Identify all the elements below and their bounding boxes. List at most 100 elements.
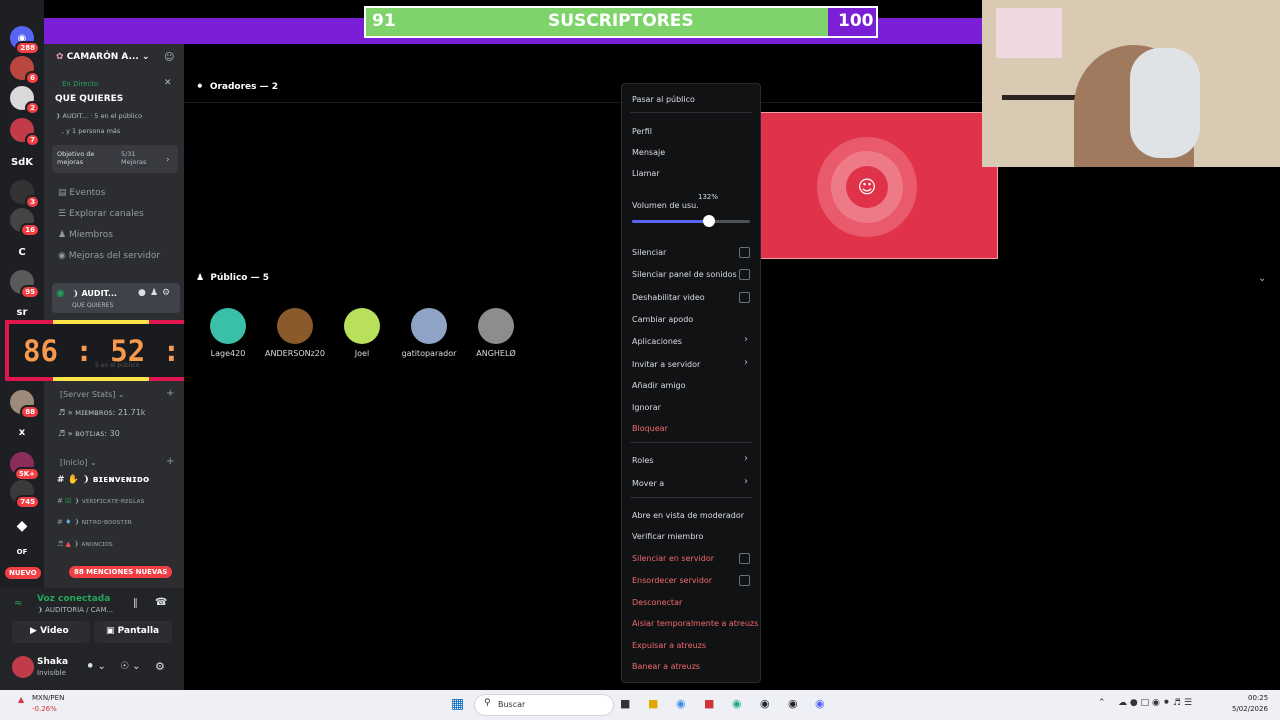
menu-apps[interactable]: Aplicaciones [632, 337, 682, 346]
server-icon[interactable]: 745 [10, 480, 40, 509]
disconnect-icon[interactable]: ☎ [155, 597, 167, 608]
avatar[interactable] [12, 656, 34, 678]
search-label: Buscar [498, 700, 526, 709]
menu-volume-label: Volumen de usu. [632, 201, 699, 210]
clock-time[interactable]: 00:25 [1248, 694, 1268, 702]
menu-server-deafen[interactable]: Ensordecer servidor [632, 576, 712, 585]
steam-icon[interactable]: ◉ [760, 697, 770, 710]
server-x[interactable]: x [10, 420, 34, 444]
menu-roles[interactable]: Roles [632, 456, 653, 465]
chat-icon[interactable]: ● [138, 288, 146, 298]
channel-bienvenido[interactable]: # ✋ ❩ ʙɪᴇɴᴠᴇɴɪᴅᴏ [57, 475, 149, 485]
menu-message[interactable]: Mensaje [632, 148, 665, 157]
menu-block[interactable]: Bloquear [632, 424, 668, 433]
listener-avatar[interactable] [210, 308, 246, 344]
menu-mute-soundboard[interactable]: Silenciar panel de sonidos [632, 270, 737, 279]
stock-name[interactable]: MXN/PEN [32, 694, 64, 702]
new-badge[interactable]: NUEVO [5, 567, 41, 579]
gear-icon[interactable]: ⚙ [162, 288, 170, 298]
tray-icons[interactable]: ☁ ● □ ◉ ⚫ ♬ ☰ [1118, 698, 1192, 708]
menu-ignore[interactable]: Ignorar [632, 403, 661, 412]
stage-topic[interactable]: QUE QUIERES [55, 94, 123, 104]
listener-avatar[interactable] [411, 308, 447, 344]
nav-events[interactable]: ▤ Eventos [58, 188, 105, 198]
category-inicio[interactable]: [Inicio] ⌄ [60, 458, 97, 467]
nav-members[interactable]: ♟ Miembros [58, 230, 113, 240]
listener-avatar[interactable] [478, 308, 514, 344]
taskbar-search[interactable] [474, 694, 614, 716]
server-sdk[interactable]: SdK [10, 150, 34, 174]
add-member-icon[interactable]: ♟ [150, 288, 158, 298]
invite-icon[interactable]: ☺ [164, 52, 174, 63]
menu-timeout[interactable]: Aislar temporalmente a atreuzs [632, 619, 758, 628]
listener-avatar[interactable] [277, 308, 313, 344]
noise-icon[interactable]: ∥ [133, 598, 138, 609]
add-channel-icon[interactable]: + [166, 388, 174, 399]
discover-icon[interactable]: ◆ [10, 514, 34, 538]
app-icon[interactable]: ◉ [788, 697, 798, 710]
checkbox[interactable] [739, 575, 750, 586]
channel-verificate[interactable]: # ☑ ❩ ᴠᴇʀɪғɪᴄᴀᴛᴇ-ʀᴇɢʟᴀs [57, 497, 144, 505]
folder-icon[interactable]: ■ [648, 697, 658, 710]
checkbox[interactable] [739, 269, 750, 280]
menu-disable-video[interactable]: Deshabilitar video [632, 293, 705, 302]
members-icon: ♟ [58, 230, 67, 240]
listener-avatar[interactable] [344, 308, 380, 344]
menu-disconnect[interactable]: Desconectar [632, 598, 682, 607]
app-icon[interactable]: ◉ [676, 697, 686, 710]
nav-boosts[interactable]: ◉ Mejoras del servidor [58, 251, 160, 261]
server-icon[interactable]: 5K+ [10, 452, 40, 481]
nav-explore[interactable]: ☰ Explorar canales [58, 209, 144, 219]
channel-nitro[interactable]: # ♦ ❩ ɴɪᴛʀᴏ-ʙᴏᴏsᴛᴇʀ [57, 518, 132, 526]
menu-ban[interactable]: Banear a atreuzs [632, 662, 700, 671]
microphone-icon[interactable]: ⚫ ⌄ [86, 661, 106, 672]
server-c[interactable]: C [10, 240, 34, 264]
menu-verify-member[interactable]: Verificar miembro [632, 532, 703, 541]
listener-name: ANGHELØ [476, 349, 516, 358]
menu-server-mute[interactable]: Silenciar en servidor [632, 554, 714, 563]
user-name[interactable]: Shaka [37, 657, 68, 667]
server-icon[interactable]: 16 [10, 208, 40, 237]
channel-anuncios[interactable]: ♬ ▲ ❩ ᴀɴᴜɴᴄɪᴏs [57, 540, 113, 548]
screen-icon: ▣ [106, 626, 115, 636]
volume-handle[interactable] [703, 215, 715, 227]
menu-mute[interactable]: Silenciar [632, 248, 666, 257]
menu-kick[interactable]: Expulsar a atreuzs [632, 641, 706, 650]
checkbox[interactable] [739, 247, 750, 258]
chevron-down-icon[interactable]: ⌄ [1258, 273, 1266, 284]
server-of[interactable]: OF [10, 540, 34, 564]
add-channel-icon[interactable]: + [166, 456, 174, 467]
windows-start-icon[interactable]: ▦ [451, 696, 464, 712]
server-icon[interactable]: 7 [10, 118, 40, 147]
home-icon[interactable]: ◉ 288 [10, 26, 40, 55]
voice-channel-label[interactable]: ❩ AUDITORIA / CAM... [37, 606, 113, 614]
headphones-icon[interactable]: ☉ ⌄ [120, 661, 141, 672]
user-settings-icon[interactable]: ⚙ [155, 660, 165, 673]
menu-move-to[interactable]: Mover a [632, 479, 664, 488]
discord-taskbar-icon[interactable]: ◉ [815, 697, 825, 710]
menu-profile[interactable]: Perfil [632, 127, 652, 136]
server-icon[interactable]: 3 [10, 180, 40, 209]
checkbox[interactable] [739, 292, 750, 303]
speaker-card[interactable]: ☺ [760, 112, 998, 259]
menu-moderator-view[interactable]: Abre en vista de moderador [632, 511, 744, 520]
server-name[interactable]: ✿ CAMARÓN A... ⌄ [56, 52, 150, 62]
app-icon[interactable]: ■ [704, 697, 714, 710]
close-icon[interactable]: ✕ [164, 78, 172, 88]
menu-move-to-audience[interactable]: Pasar al público [632, 95, 695, 104]
server-icon[interactable]: 6 [10, 56, 40, 85]
checkbox[interactable] [739, 553, 750, 564]
menu-call[interactable]: Llamar [632, 169, 660, 178]
menu-add-friend[interactable]: Añadir amigo [632, 381, 685, 390]
voice-status[interactable]: Voz conectada [37, 594, 110, 604]
app-icon[interactable]: ◉ [732, 697, 742, 710]
menu-invite[interactable]: Invitar a servidor [632, 360, 700, 369]
new-mentions-button[interactable]: 88 MENCIONES NUEVAS [69, 566, 173, 578]
server-icon[interactable]: 88 [10, 390, 40, 419]
task-view-icon[interactable]: ■ [620, 697, 630, 710]
menu-change-nickname[interactable]: Cambiar apodo [632, 315, 693, 324]
server-icon[interactable]: 95 [10, 270, 40, 299]
tray-chevron-icon[interactable]: ⌃ [1098, 698, 1106, 708]
category-server-stats[interactable]: [Server Stats] ⌄ [60, 390, 125, 399]
server-icon[interactable]: 2 [10, 86, 40, 115]
